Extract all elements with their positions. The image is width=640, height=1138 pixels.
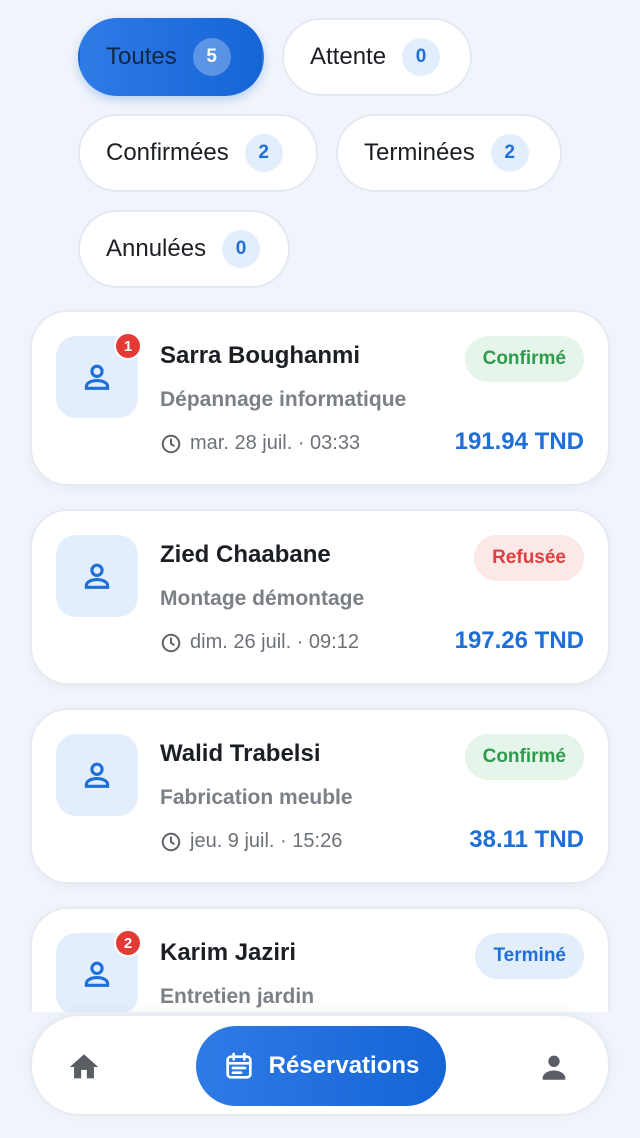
- reservation-date: dim. 26 juil. · 09:12: [160, 631, 359, 654]
- status-badge: Confirmé: [464, 734, 584, 780]
- reservation-date: mar. 28 juil. · 03:33: [160, 432, 360, 455]
- date-text: dim. 26 juil. · 09:12: [190, 631, 359, 653]
- clock-icon: [161, 434, 181, 453]
- notification-badge: 1: [114, 332, 142, 360]
- nav-reservations-button[interactable]: Réservations: [196, 1026, 446, 1106]
- filter-chip-terminees[interactable]: Terminées 2: [336, 114, 562, 192]
- filter-count: 5: [192, 38, 231, 76]
- price: 197.26 TND: [454, 627, 584, 654]
- filter-count: 2: [490, 134, 529, 172]
- date-text: jeu. 9 juil. · 15:26: [190, 830, 343, 852]
- client-avatar: [56, 734, 138, 816]
- service-name: Montage démontage: [160, 587, 365, 610]
- clock-icon: [161, 832, 181, 851]
- clock-icon: [161, 633, 181, 652]
- filter-count: 2: [244, 134, 283, 172]
- status-badge: Confirmé: [464, 336, 584, 382]
- reservation-card[interactable]: Walid Trabelsi Fabrication meuble jeu. 9…: [30, 708, 610, 884]
- person-outline-icon: [84, 762, 110, 788]
- filter-count: 0: [222, 230, 261, 268]
- filter-count: 0: [402, 38, 441, 76]
- service-name: Fabrication meuble: [160, 786, 353, 809]
- service-name: Entretien jardin: [160, 985, 315, 1008]
- home-icon: [69, 1054, 99, 1079]
- price: 38.11 TND: [469, 826, 584, 853]
- person-outline-icon: [84, 563, 110, 589]
- date-text: mar. 28 juil. · 03:33: [190, 432, 361, 454]
- filter-chip-annulees[interactable]: Annulées 0: [78, 210, 290, 288]
- person-outline-icon: [84, 364, 110, 390]
- client-name: Walid Trabelsi: [160, 740, 321, 767]
- filter-label: Attente: [310, 43, 387, 70]
- filter-chip-confirmees[interactable]: Confirmées 2: [78, 114, 318, 192]
- status-badge: Terminé: [475, 933, 584, 979]
- reservation-card[interactable]: 1 Sarra Boughanmi Dépannage informatique…: [30, 310, 610, 486]
- reservations-screen: Toutes 5 Attente 0 Confirmées 2 Terminée…: [0, 0, 640, 1138]
- notification-badge: 2: [114, 929, 142, 957]
- reservation-date: jeu. 9 juil. · 15:26: [160, 830, 342, 853]
- filter-label: Toutes: [106, 43, 177, 70]
- client-name: Zied Chaabane: [160, 541, 331, 568]
- client-avatar: [56, 535, 138, 617]
- nav-home-button[interactable]: [66, 1049, 102, 1085]
- filter-chip-toutes[interactable]: Toutes 5: [78, 18, 264, 96]
- status-badge: Refusée: [474, 535, 584, 581]
- filter-label: Annulées: [106, 235, 207, 262]
- price: 191.94 TND: [454, 428, 584, 455]
- client-name: Sarra Boughanmi: [160, 342, 361, 369]
- person-outline-icon: [84, 961, 110, 987]
- filter-label: Confirmées: [106, 139, 229, 166]
- reservation-card[interactable]: Zied Chaabane Montage démontage dim. 26 …: [30, 509, 610, 685]
- filter-label: Terminées: [364, 139, 475, 166]
- nav-reservations-label: Réservations: [268, 1052, 420, 1079]
- service-name: Dépannage informatique: [160, 388, 407, 411]
- client-name: Karim Jaziri: [160, 939, 297, 966]
- nav-profile-button[interactable]: [536, 1049, 572, 1085]
- calendar-icon: [225, 1052, 252, 1079]
- bottom-navigation: Réservations: [30, 1014, 610, 1116]
- person-icon: [542, 1055, 566, 1080]
- filter-chip-attente[interactable]: Attente 0: [282, 18, 472, 96]
